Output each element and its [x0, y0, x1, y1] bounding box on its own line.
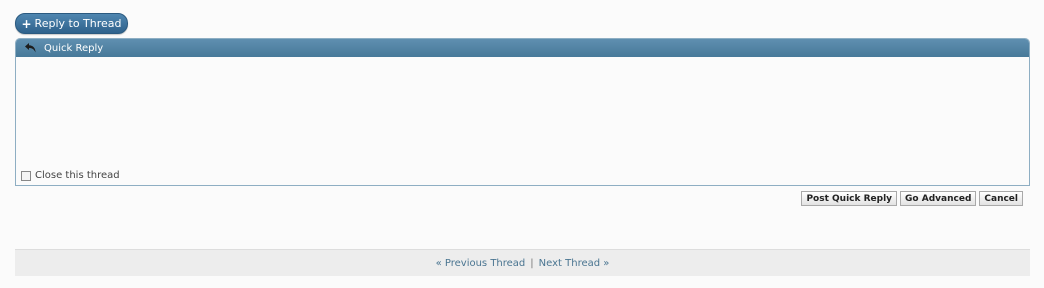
reply-to-thread-label: Reply to Thread [34, 17, 122, 30]
cancel-button[interactable]: Cancel [979, 191, 1023, 206]
quick-reply-editor-area[interactable]: Close this thread [16, 57, 1029, 185]
quick-reply-panel: Quick Reply Close this thread [15, 38, 1030, 186]
post-quick-reply-button[interactable]: Post Quick Reply [801, 191, 898, 206]
nav-separator: | [530, 257, 534, 269]
plus-icon: + [21, 16, 32, 31]
page: + Reply to Thread Quick Reply Close this… [0, 0, 1044, 288]
thread-navigation-bar: « Previous Thread | Next Thread » [15, 249, 1030, 276]
next-thread-link[interactable]: Next Thread » [539, 258, 610, 269]
previous-thread-link[interactable]: « Previous Thread [436, 258, 526, 269]
go-advanced-button[interactable]: Go Advanced [900, 191, 977, 206]
reply-arrow-icon [24, 41, 38, 55]
close-thread-option: Close this thread [21, 170, 120, 181]
quick-reply-header: Quick Reply [16, 39, 1029, 57]
quick-reply-actions: Post Quick Reply Go Advanced Cancel [801, 191, 1023, 206]
close-thread-label[interactable]: Close this thread [35, 170, 120, 181]
quick-reply-title: Quick Reply [44, 42, 104, 54]
close-thread-checkbox[interactable] [21, 170, 31, 181]
reply-to-thread-button[interactable]: + Reply to Thread [15, 13, 128, 34]
